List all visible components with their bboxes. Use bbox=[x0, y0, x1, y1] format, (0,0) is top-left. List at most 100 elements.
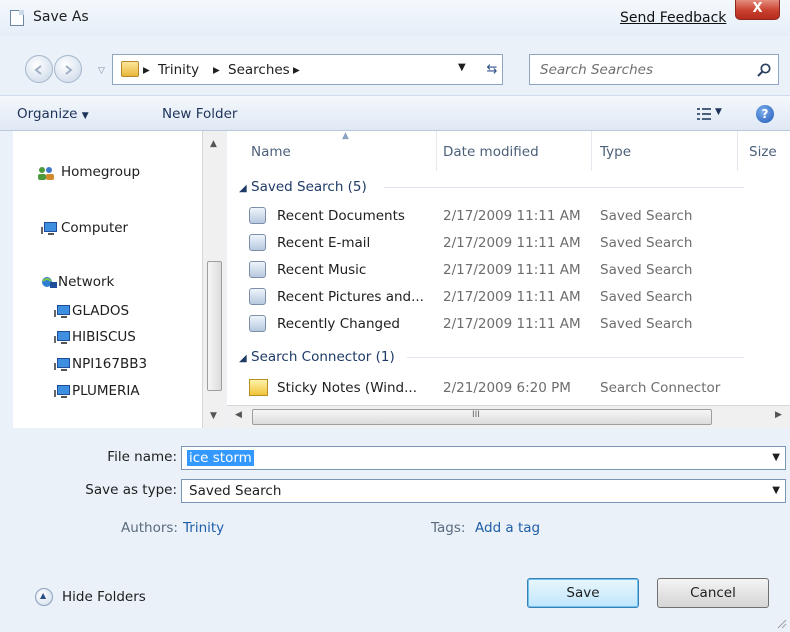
authors-value[interactable]: Trinity bbox=[183, 520, 224, 536]
close-button[interactable]: X bbox=[735, 0, 780, 20]
refresh-icon[interactable]: ⇆ bbox=[483, 58, 501, 81]
scroll-right-icon[interactable]: ▶ bbox=[775, 410, 782, 420]
file-type: Saved Search bbox=[600, 289, 693, 305]
collapse-up-icon: ▲ bbox=[35, 588, 53, 606]
document-icon bbox=[10, 10, 24, 26]
new-folder-button[interactable]: New Folder bbox=[162, 106, 237, 122]
forward-button[interactable] bbox=[54, 55, 82, 83]
group-divider bbox=[384, 187, 744, 188]
computer-icon bbox=[54, 331, 70, 344]
nav-label-network: Network bbox=[58, 274, 115, 290]
help-icon[interactable]: ? bbox=[756, 105, 774, 123]
add-tag-link[interactable]: Add a tag bbox=[475, 520, 540, 536]
scroll-left-icon[interactable]: ◀ bbox=[235, 410, 242, 420]
group-header-saved-search[interactable]: ◢ Saved Search (5) bbox=[239, 179, 367, 195]
save-button[interactable]: Save bbox=[527, 578, 639, 608]
column-header-size[interactable]: Size bbox=[749, 144, 777, 160]
file-date: 2/17/2009 11:11 AM bbox=[443, 262, 581, 278]
views-dropdown-icon[interactable]: ▼ bbox=[715, 107, 722, 117]
file-date: 2/17/2009 11:11 AM bbox=[443, 208, 581, 224]
back-button[interactable] bbox=[25, 55, 53, 83]
address-bar[interactable]: ▸ Trinity ▸ Searches ▸ ▼ ⇆ bbox=[112, 54, 503, 85]
saved-search-icon bbox=[249, 315, 266, 332]
cancel-button[interactable]: Cancel bbox=[657, 578, 769, 608]
group-header-search-connector[interactable]: ◢ Search Connector (1) bbox=[239, 349, 395, 365]
file-list-scrollbar[interactable]: ◀ III ▶ bbox=[227, 405, 790, 428]
computer-icon bbox=[41, 222, 57, 235]
computer-icon bbox=[54, 385, 70, 398]
file-date: 2/17/2009 11:11 AM bbox=[443, 235, 581, 251]
file-row[interactable]: Recent Pictures and... 2/17/2009 11:11 A… bbox=[227, 285, 790, 311]
file-date: 2/17/2009 11:11 AM bbox=[443, 289, 581, 305]
nav-label-npi167bb3: NPI167BB3 bbox=[72, 356, 148, 372]
file-type: Saved Search bbox=[600, 235, 693, 251]
chevron-down-icon: ▼ bbox=[81, 111, 89, 121]
file-name-value: ice storm bbox=[187, 450, 254, 466]
organize-button[interactable]: Organize ▼ bbox=[17, 106, 89, 122]
scroll-up-icon[interactable]: ▲ bbox=[210, 139, 217, 149]
title-bar: Save As Send Feedback X bbox=[0, 0, 790, 36]
hide-folders-label: Hide Folders bbox=[62, 589, 146, 605]
save-as-type-value: Saved Search bbox=[189, 483, 282, 499]
nav-label-computer: Computer bbox=[61, 220, 129, 236]
file-name: Recent Documents bbox=[277, 208, 405, 224]
computer-icon bbox=[54, 358, 70, 371]
forward-arrow-icon bbox=[65, 65, 73, 75]
scrollbar-thumb[interactable] bbox=[207, 261, 222, 391]
computer-icon bbox=[54, 305, 70, 318]
group-title: Saved Search (5) bbox=[251, 179, 367, 195]
address-dropdown-icon[interactable]: ▼ bbox=[458, 62, 466, 73]
window-title: Save As bbox=[33, 9, 89, 25]
navigation-pane: Homegroup Computer Network GLADOS HIBISC… bbox=[13, 131, 202, 428]
search-icon[interactable] bbox=[756, 62, 772, 78]
send-feedback-link[interactable]: Send Feedback bbox=[620, 10, 726, 26]
column-header-name[interactable]: Name bbox=[251, 144, 291, 160]
file-list: ▲ Name Date modified Type Size ◢ Saved S… bbox=[227, 131, 790, 405]
save-as-type-select[interactable]: Saved Search ▼ bbox=[181, 479, 786, 503]
column-divider[interactable] bbox=[591, 131, 592, 171]
group-divider bbox=[407, 357, 744, 358]
file-type: Saved Search bbox=[600, 208, 693, 224]
column-header-type[interactable]: Type bbox=[600, 144, 631, 160]
chevron-down-icon[interactable]: ▼ bbox=[772, 485, 780, 496]
column-header-date-modified[interactable]: Date modified bbox=[443, 144, 539, 160]
file-name: Recent Music bbox=[277, 262, 367, 278]
file-row[interactable]: Recently Changed 2/17/2009 11:11 AM Save… bbox=[227, 312, 790, 338]
nav-label-plumeria: PLUMERIA bbox=[72, 383, 140, 399]
column-divider[interactable] bbox=[436, 131, 437, 171]
nav-label-glados: GLADOS bbox=[72, 303, 130, 319]
sort-ascending-icon: ▲ bbox=[342, 131, 349, 141]
navigation-pane-scrollbar[interactable]: ▲ ▼ bbox=[202, 131, 226, 428]
back-arrow-icon bbox=[34, 65, 42, 75]
breadcrumb-separator-icon[interactable]: ▸ bbox=[143, 62, 150, 78]
scroll-down-icon[interactable]: ▼ bbox=[210, 411, 217, 421]
folder-icon bbox=[121, 61, 139, 77]
file-row[interactable]: Recent E-mail 2/17/2009 11:11 AM Saved S… bbox=[227, 231, 790, 257]
command-toolbar: Organize ▼ New Folder ▼ ? bbox=[0, 95, 790, 131]
sticky-notes-icon bbox=[249, 379, 268, 396]
saved-search-icon bbox=[249, 207, 266, 224]
file-type: Saved Search bbox=[600, 316, 693, 332]
recent-pages-dropdown-icon[interactable]: ▽ bbox=[98, 66, 105, 76]
collapse-icon: ◢ bbox=[239, 353, 247, 364]
chevron-down-icon[interactable]: ▼ bbox=[772, 452, 780, 463]
homegroup-icon bbox=[38, 167, 54, 180]
file-row[interactable]: Recent Documents 2/17/2009 11:11 AM Save… bbox=[227, 204, 790, 230]
nav-label-hibiscus: HIBISCUS bbox=[72, 329, 136, 345]
scrollbar-grip: III bbox=[472, 410, 480, 420]
file-type: Search Connector bbox=[600, 380, 721, 396]
breadcrumb-trinity[interactable]: Trinity bbox=[158, 62, 199, 78]
resize-grip-icon[interactable] bbox=[775, 617, 787, 629]
breadcrumb-searches[interactable]: Searches bbox=[228, 62, 290, 78]
file-name-input[interactable]: ice storm ▼ bbox=[181, 446, 786, 470]
views-icon[interactable] bbox=[697, 108, 711, 120]
breadcrumb-separator-icon[interactable]: ▸ bbox=[213, 62, 220, 78]
search-input[interactable]: Search Searches bbox=[529, 54, 779, 85]
file-row[interactable]: Sticky Notes (Wind... 2/21/2009 6:20 PM … bbox=[227, 376, 790, 402]
scrollbar-thumb[interactable]: III bbox=[252, 409, 712, 425]
file-name: Recent Pictures and... bbox=[277, 289, 424, 305]
breadcrumb-separator-icon[interactable]: ▸ bbox=[293, 62, 300, 78]
authors-label: Authors: bbox=[120, 520, 178, 536]
file-row[interactable]: Recent Music 2/17/2009 11:11 AM Saved Se… bbox=[227, 258, 790, 284]
column-divider[interactable] bbox=[737, 131, 738, 171]
